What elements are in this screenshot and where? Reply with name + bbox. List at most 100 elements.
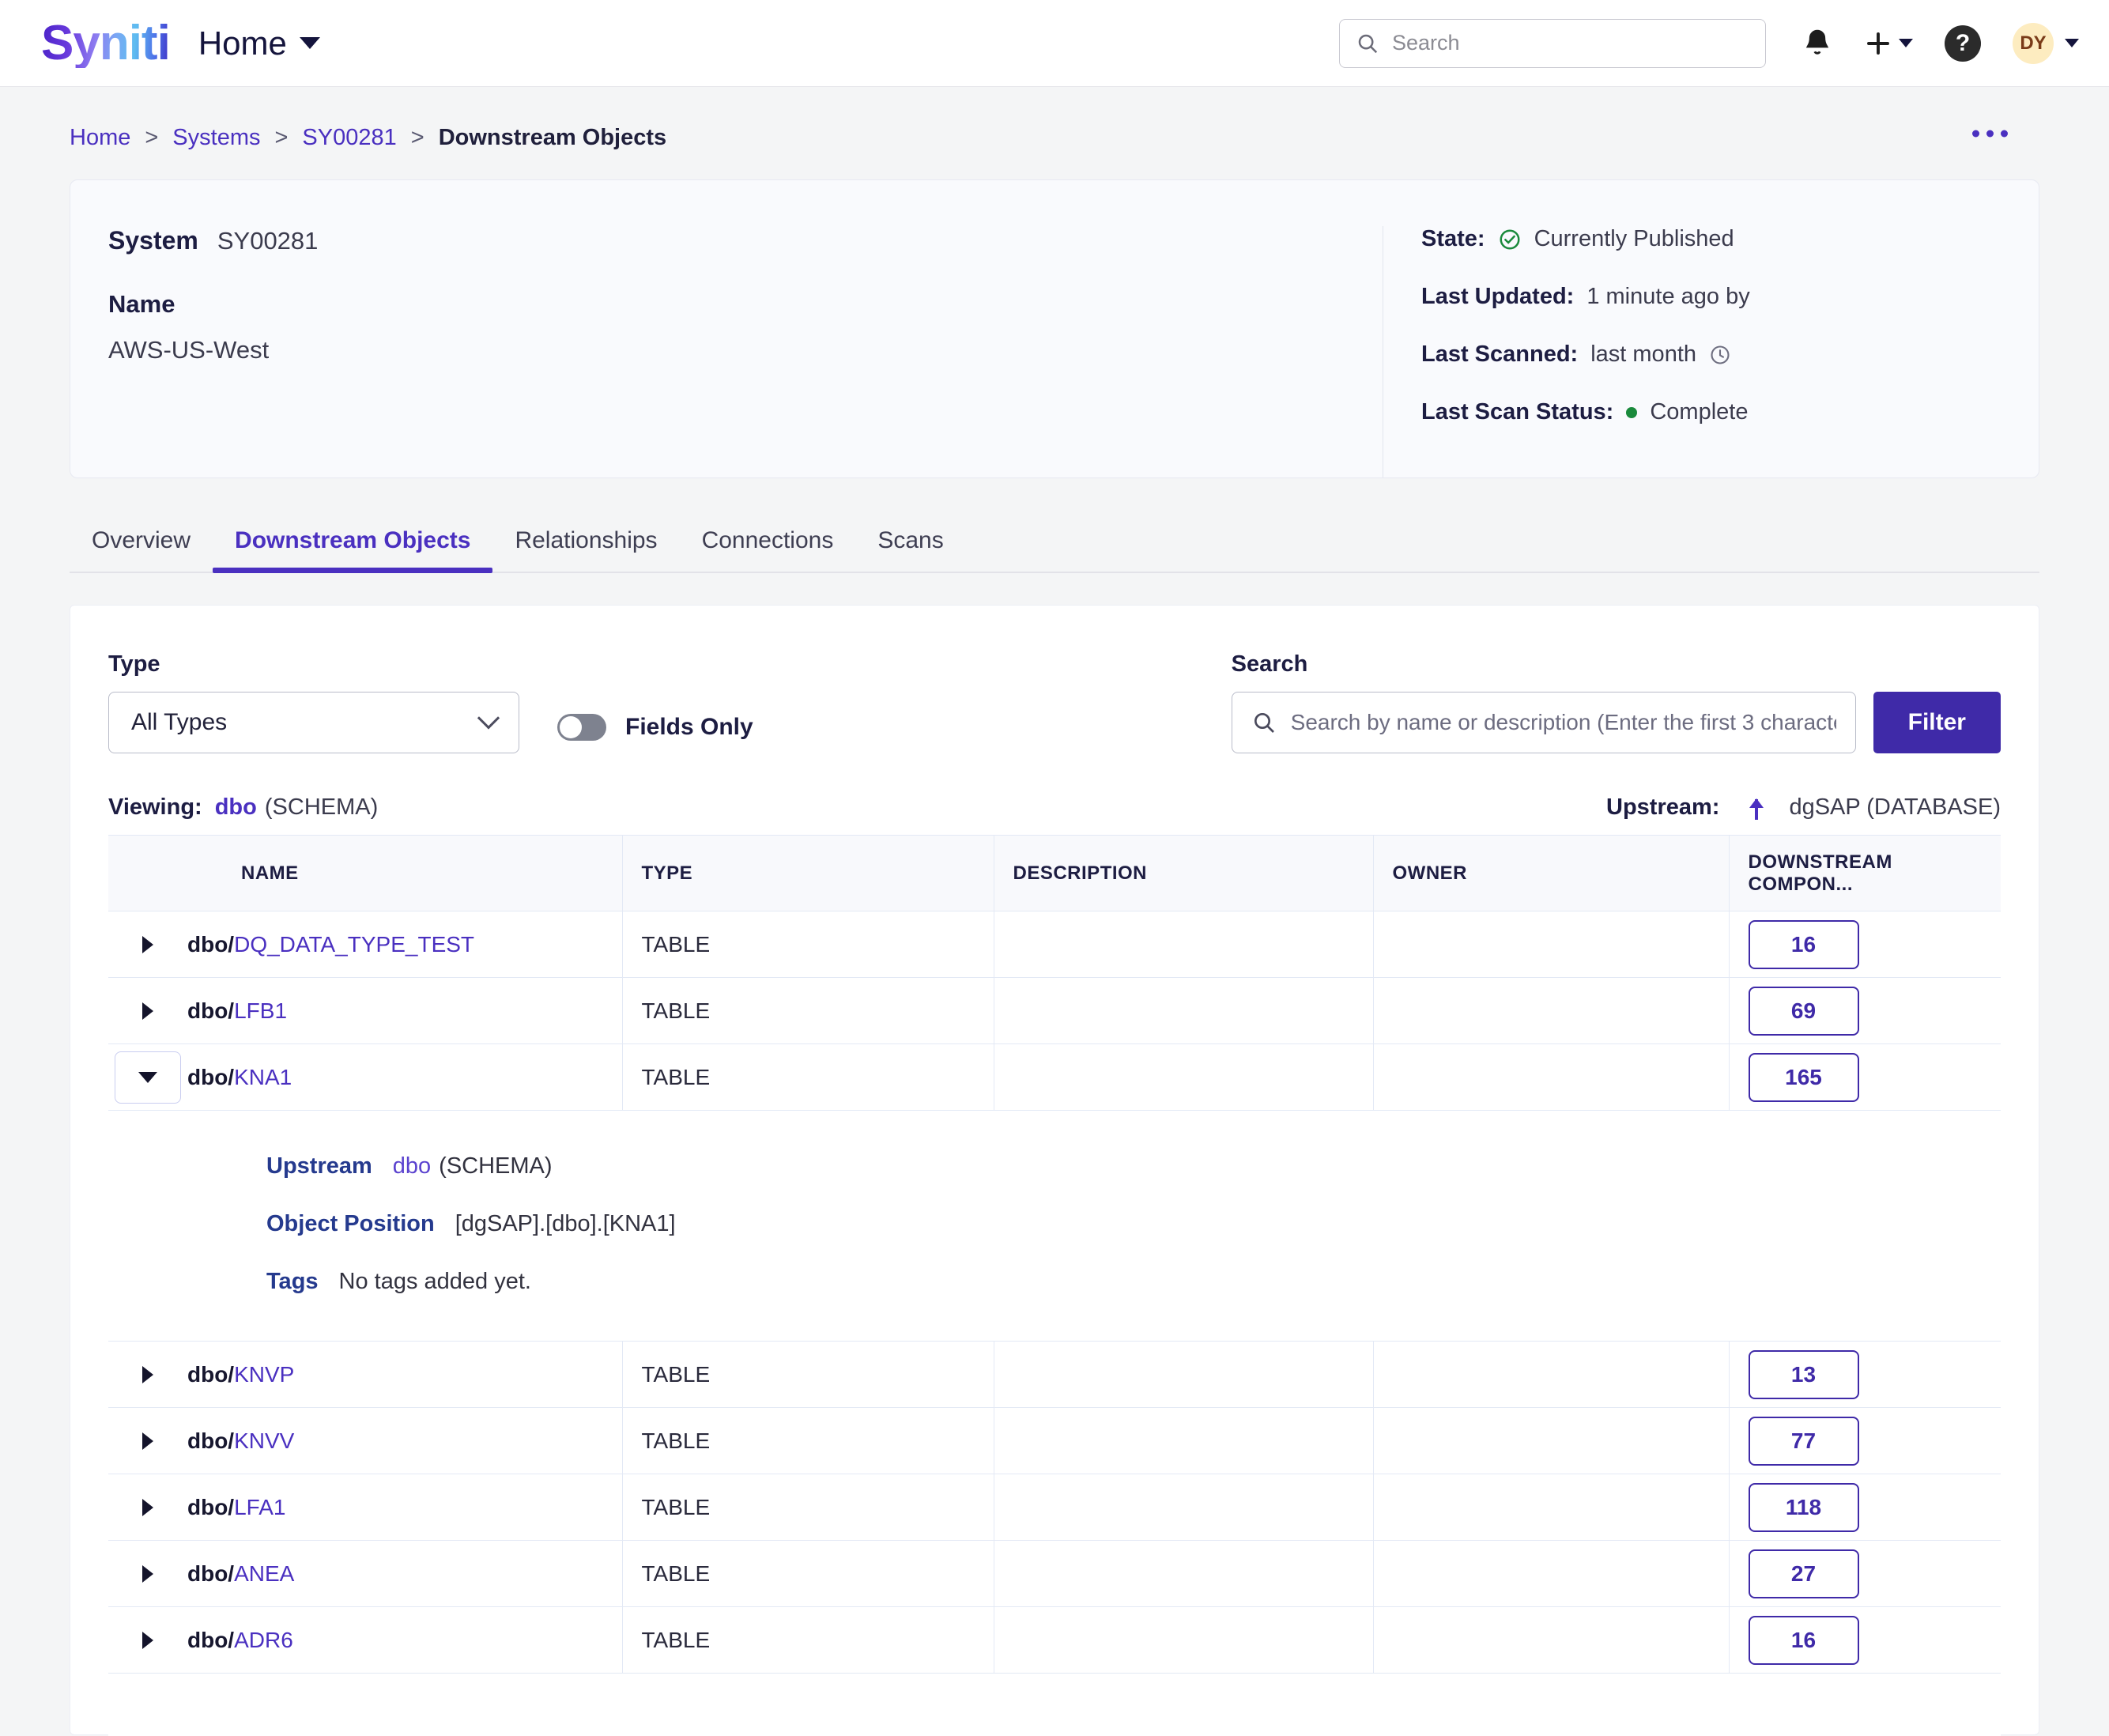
cell-name: dbo/KNVV xyxy=(108,1407,622,1474)
tab-relationships[interactable]: Relationships xyxy=(492,527,679,572)
column-header-name[interactable]: NAME xyxy=(108,835,622,911)
table-row[interactable]: dbo/LFB1 TABLE 69 xyxy=(108,977,2001,1044)
global-search-input[interactable] xyxy=(1392,31,1749,55)
filter-button[interactable]: Filter xyxy=(1873,692,2001,753)
cell-name: dbo/DQ_DATA_TYPE_TEST xyxy=(108,911,622,978)
object-name-link[interactable]: LFB1 xyxy=(234,998,287,1023)
last-scanned-row: Last Scanned: last month xyxy=(1421,342,2039,368)
downstream-count-button[interactable]: 118 xyxy=(1748,1482,1859,1532)
system-info-left: System SY00281 Name AWS-US-West xyxy=(70,226,1383,477)
cell-owner xyxy=(1372,1606,1729,1674)
system-info-card: System SY00281 Name AWS-US-West State: C… xyxy=(70,179,2039,478)
detail-tags-row: Tags No tags added yet. xyxy=(266,1269,2001,1295)
tab-scans[interactable]: Scans xyxy=(855,527,965,572)
chevron-right-icon xyxy=(142,1432,153,1450)
state-value: Currently Published xyxy=(1534,226,1734,251)
downstream-count-button[interactable]: 13 xyxy=(1748,1349,1859,1399)
row-expand-button[interactable] xyxy=(108,1365,187,1383)
object-name-link[interactable]: LFA1 xyxy=(234,1495,285,1519)
downstream-count-button[interactable]: 16 xyxy=(1748,1615,1859,1665)
tab-overview[interactable]: Overview xyxy=(70,527,213,572)
cell-description xyxy=(993,1606,1373,1674)
object-name-link[interactable]: ADR6 xyxy=(234,1628,293,1652)
downstream-count-button[interactable]: 27 xyxy=(1748,1549,1859,1598)
row-expand-button[interactable] xyxy=(108,1432,187,1450)
column-header-downstream-components[interactable]: DOWNSTREAM COMPON... xyxy=(1728,835,2001,911)
chevron-right-icon xyxy=(142,1365,153,1383)
syniti-logo[interactable]: Syniti xyxy=(41,18,171,68)
table-row-expanded[interactable]: dbo/KNA1 TABLE 165 xyxy=(108,1043,2001,1111)
detail-upstream-link[interactable]: dbo xyxy=(393,1153,431,1179)
more-options-button[interactable] xyxy=(1972,130,2008,137)
cell-name: dbo/LFB1 xyxy=(108,977,622,1044)
row-expand-button[interactable] xyxy=(108,1564,187,1583)
object-name: dbo/KNA1 xyxy=(187,1064,292,1089)
downstream-count-button[interactable]: 77 xyxy=(1748,1416,1859,1466)
row-expand-button[interactable] xyxy=(108,1631,187,1649)
row-expand-button[interactable] xyxy=(108,935,187,953)
downstream-count-button[interactable]: 69 xyxy=(1748,986,1859,1036)
breadcrumb-item-system-id[interactable]: SY00281 xyxy=(302,125,396,151)
type-select[interactable]: All Types xyxy=(108,692,519,753)
table-row[interactable]: dbo/DQ_DATA_TYPE_TEST TABLE 16 xyxy=(108,911,2001,978)
table-row[interactable]: dbo/ADR6 TABLE 16 xyxy=(108,1606,2001,1674)
breadcrumb-item-systems[interactable]: Systems xyxy=(172,125,260,151)
system-label: System xyxy=(108,226,198,255)
chevron-right-icon xyxy=(142,1631,153,1649)
global-search-box[interactable] xyxy=(1339,18,1766,68)
create-new-button[interactable] xyxy=(1864,29,1913,58)
viewing-object-link[interactable]: dbo xyxy=(215,794,257,821)
user-menu-button[interactable]: DY xyxy=(2013,22,2079,64)
cell-name: dbo/ANEA xyxy=(108,1540,622,1607)
cell-owner xyxy=(1372,1341,1729,1408)
table-row[interactable]: dbo/LFA1 TABLE 118 xyxy=(108,1474,2001,1541)
system-info-right: State: Currently Published Last Updated:… xyxy=(1383,226,2039,477)
column-header-owner[interactable]: OWNER xyxy=(1372,835,1729,911)
help-button[interactable]: ? xyxy=(1945,25,1981,62)
object-name-link[interactable]: KNVP xyxy=(234,1362,294,1387)
detail-upstream-row: Upstream dbo (SCHEMA) xyxy=(266,1153,2001,1179)
breadcrumb-item-home[interactable]: Home xyxy=(70,125,130,151)
notifications-button[interactable] xyxy=(1802,26,1832,61)
table-row[interactable]: dbo/KNVV TABLE 77 xyxy=(108,1407,2001,1474)
home-menu-button[interactable]: Home xyxy=(198,25,320,62)
object-name-link[interactable]: KNVV xyxy=(234,1428,294,1453)
cell-description xyxy=(993,1407,1373,1474)
cell-downstream: 165 xyxy=(1728,1043,2001,1111)
object-name-link[interactable]: DQ_DATA_TYPE_TEST xyxy=(234,932,474,957)
downstream-count-button[interactable]: 16 xyxy=(1748,919,1859,969)
table-row[interactable]: dbo/KNVP TABLE 13 xyxy=(108,1341,2001,1408)
upstream-object-name[interactable]: dgSAP (DATABASE) xyxy=(1789,794,2001,821)
chevron-down-icon xyxy=(2065,39,2079,47)
clock-icon xyxy=(1709,344,1731,366)
row-expand-button[interactable] xyxy=(108,1498,187,1516)
cell-type: TABLE xyxy=(621,1540,994,1607)
tab-connections[interactable]: Connections xyxy=(680,527,856,572)
toggle-knob xyxy=(560,716,582,738)
row-collapse-button[interactable] xyxy=(108,1051,187,1104)
object-name-link[interactable]: ANEA xyxy=(234,1561,294,1586)
fields-only-toggle-group: Fields Only xyxy=(557,714,753,753)
column-header-type[interactable]: TYPE xyxy=(621,835,994,911)
cell-name: dbo/ADR6 xyxy=(108,1606,622,1674)
table-row[interactable]: dbo/ANEA TABLE 27 xyxy=(108,1540,2001,1607)
search-filter-label: Search xyxy=(1231,651,1308,677)
tab-downstream-objects[interactable]: Downstream Objects xyxy=(213,527,493,573)
column-header-description[interactable]: DESCRIPTION xyxy=(993,835,1373,911)
arrow-up-icon xyxy=(1746,796,1767,820)
downstream-objects-table: NAME TYPE DESCRIPTION OWNER DOWNSTREAM C… xyxy=(108,835,2001,1736)
fields-only-label: Fields Only xyxy=(625,714,753,740)
cell-downstream: 118 xyxy=(1728,1474,2001,1541)
chevron-right-icon xyxy=(142,935,153,953)
row-expand-button[interactable] xyxy=(108,1002,187,1020)
object-name-link[interactable]: KNA1 xyxy=(234,1065,292,1089)
object-search-box[interactable] xyxy=(1231,692,1856,753)
downstream-count-button[interactable]: 165 xyxy=(1748,1052,1859,1102)
fields-only-toggle[interactable] xyxy=(557,714,606,741)
object-search-input[interactable] xyxy=(1290,710,1836,735)
object-name: dbo/KNVV xyxy=(187,1428,295,1453)
last-scan-status-row: Last Scan Status: Complete xyxy=(1421,399,2039,425)
detail-upstream-label: Upstream xyxy=(266,1153,372,1179)
table-footer-row xyxy=(108,1673,2001,1736)
cell-type: TABLE xyxy=(621,1407,994,1474)
